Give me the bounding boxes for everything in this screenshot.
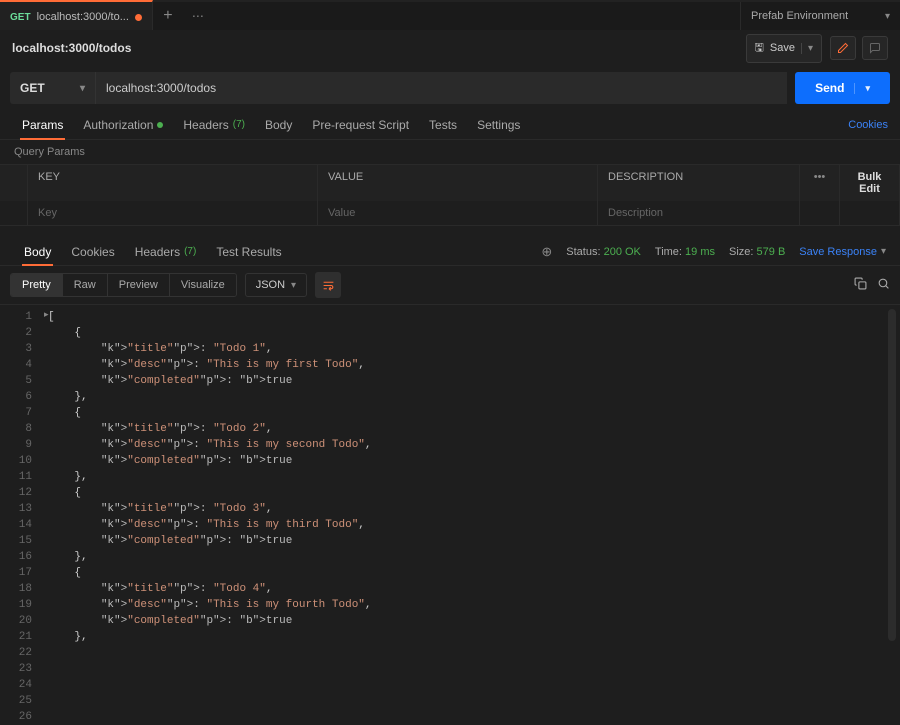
qp-header-description: DESCRIPTION xyxy=(598,165,800,201)
status-meta: Status: 200 OK xyxy=(566,246,641,258)
bulk-edit-button[interactable]: Bulk Edit xyxy=(840,165,900,201)
cookies-link[interactable]: Cookies xyxy=(848,119,888,131)
status-value: 200 OK xyxy=(604,246,641,258)
query-params-table: KEY VALUE DESCRIPTION ••• Bulk Edit Key … xyxy=(0,164,900,226)
response-body-viewer[interactable]: 1234567891011121314151617181920212223242… xyxy=(0,305,900,645)
url-input[interactable] xyxy=(95,72,787,104)
send-button[interactable]: Send ▾ xyxy=(795,72,890,104)
query-params-label: Query Params xyxy=(0,140,900,164)
qp-value-input[interactable]: Value xyxy=(318,201,598,225)
send-label: Send xyxy=(815,81,844,95)
scrollbar[interactable] xyxy=(888,309,896,641)
request-tab[interactable]: GET localhost:3000/to... xyxy=(0,0,153,30)
tab-params[interactable]: Params xyxy=(12,110,73,139)
code-content[interactable]: [ { "k">"title""p">: "Todo 1", "k">"desc… xyxy=(40,305,900,645)
response-tab-headers[interactable]: Headers (7) xyxy=(125,238,207,265)
tab-tests-label: Tests xyxy=(429,118,457,132)
request-subtabs: Params Authorization Headers (7) Body Pre… xyxy=(0,110,900,140)
save-icon: 🖫 xyxy=(755,39,764,58)
time-meta: Time: 19 ms xyxy=(655,246,715,258)
tab-menu-button[interactable]: ⋯ xyxy=(183,2,213,30)
response-tab-tests[interactable]: Test Results xyxy=(206,238,291,265)
tab-params-label: Params xyxy=(22,118,63,132)
edit-icon-button[interactable] xyxy=(830,36,856,60)
response-body-label: Body xyxy=(24,245,51,259)
tab-authorization[interactable]: Authorization xyxy=(73,110,173,139)
qp-more-button[interactable]: ••• xyxy=(800,165,840,201)
method-value: GET xyxy=(20,81,45,95)
status-label: Status: xyxy=(566,246,600,258)
tab-prerequest[interactable]: Pre-request Script xyxy=(302,110,419,139)
tab-prereq-label: Pre-request Script xyxy=(312,118,409,132)
qp-header-value: VALUE xyxy=(318,165,598,201)
qp-key-input[interactable]: Key xyxy=(28,201,318,225)
tab-headers-label: Headers xyxy=(183,118,228,132)
copy-button[interactable] xyxy=(854,277,867,293)
view-pretty[interactable]: Pretty xyxy=(11,274,63,296)
add-tab-button[interactable]: + xyxy=(153,2,183,30)
response-tests-label: Test Results xyxy=(216,245,281,259)
tab-label: localhost:3000/to... xyxy=(37,11,129,23)
tab-method-badge: GET xyxy=(10,12,31,23)
method-select[interactable]: GET ▾ xyxy=(10,72,95,104)
view-raw[interactable]: Raw xyxy=(63,274,108,296)
chevron-down-icon: ▾ xyxy=(881,246,886,257)
size-meta: Size: 579 B xyxy=(729,246,785,258)
tab-body-label: Body xyxy=(265,118,292,132)
chevron-down-icon: ▾ xyxy=(885,11,890,22)
tab-strip: GET localhost:3000/to... + ⋯ Prefab Envi… xyxy=(0,0,900,30)
tab-body[interactable]: Body xyxy=(255,110,302,139)
size-value: 579 B xyxy=(757,246,786,258)
environment-select[interactable]: Prefab Environment ▾ xyxy=(740,2,900,30)
tab-settings[interactable]: Settings xyxy=(467,110,530,139)
comment-icon-button[interactable] xyxy=(862,36,888,60)
title-bar: localhost:3000/todos 🖫 Save ▾ xyxy=(0,30,900,66)
tab-auth-label: Authorization xyxy=(83,118,153,132)
save-label: Save xyxy=(770,42,795,54)
time-value: 19 ms xyxy=(685,246,715,258)
dirty-indicator-icon xyxy=(135,14,142,21)
line-gutter: 1234567891011121314151617181920212223242… xyxy=(0,305,40,645)
auth-indicator-icon xyxy=(157,122,163,128)
response-headers-label: Headers xyxy=(135,245,180,259)
tab-headers[interactable]: Headers (7) xyxy=(173,110,255,139)
chevron-down-icon: ▾ xyxy=(80,83,85,94)
url-bar: GET ▾ Send ▾ xyxy=(0,66,900,110)
qp-header-key: KEY xyxy=(28,165,318,201)
format-value: JSON xyxy=(256,279,285,291)
time-label: Time: xyxy=(655,246,682,258)
response-tab-cookies[interactable]: Cookies xyxy=(61,238,124,265)
save-button[interactable]: 🖫 Save ▾ xyxy=(746,34,822,63)
chevron-down-icon: ▾ xyxy=(801,43,813,54)
network-icon[interactable]: ⊕ xyxy=(541,244,552,260)
request-title: localhost:3000/todos xyxy=(12,41,131,55)
view-mode-segment: Pretty Raw Preview Visualize xyxy=(10,273,237,297)
search-button[interactable] xyxy=(877,277,890,293)
response-tab-body[interactable]: Body xyxy=(14,238,61,265)
save-response-label: Save Response xyxy=(799,246,877,258)
view-preview[interactable]: Preview xyxy=(108,274,170,296)
wrap-lines-button[interactable] xyxy=(315,272,341,298)
view-visualize[interactable]: Visualize xyxy=(170,274,236,296)
headers-count: (7) xyxy=(233,119,245,130)
format-select[interactable]: JSON ▾ xyxy=(245,273,307,297)
size-label: Size: xyxy=(729,246,753,258)
response-headers-count: (7) xyxy=(184,246,196,257)
chevron-down-icon: ▾ xyxy=(291,280,296,291)
chevron-down-icon[interactable]: ▾ xyxy=(854,83,870,94)
response-cookies-label: Cookies xyxy=(71,245,114,259)
qp-description-input[interactable]: Description xyxy=(598,201,800,225)
tab-tests[interactable]: Tests xyxy=(419,110,467,139)
response-view-toolbar: Pretty Raw Preview Visualize JSON ▾ xyxy=(0,266,900,305)
save-response-button[interactable]: Save Response ▾ xyxy=(799,246,886,258)
tab-settings-label: Settings xyxy=(477,118,520,132)
environment-label: Prefab Environment xyxy=(751,10,848,22)
response-tabs: Body Cookies Headers (7) Test Results ⊕ S… xyxy=(0,238,900,266)
